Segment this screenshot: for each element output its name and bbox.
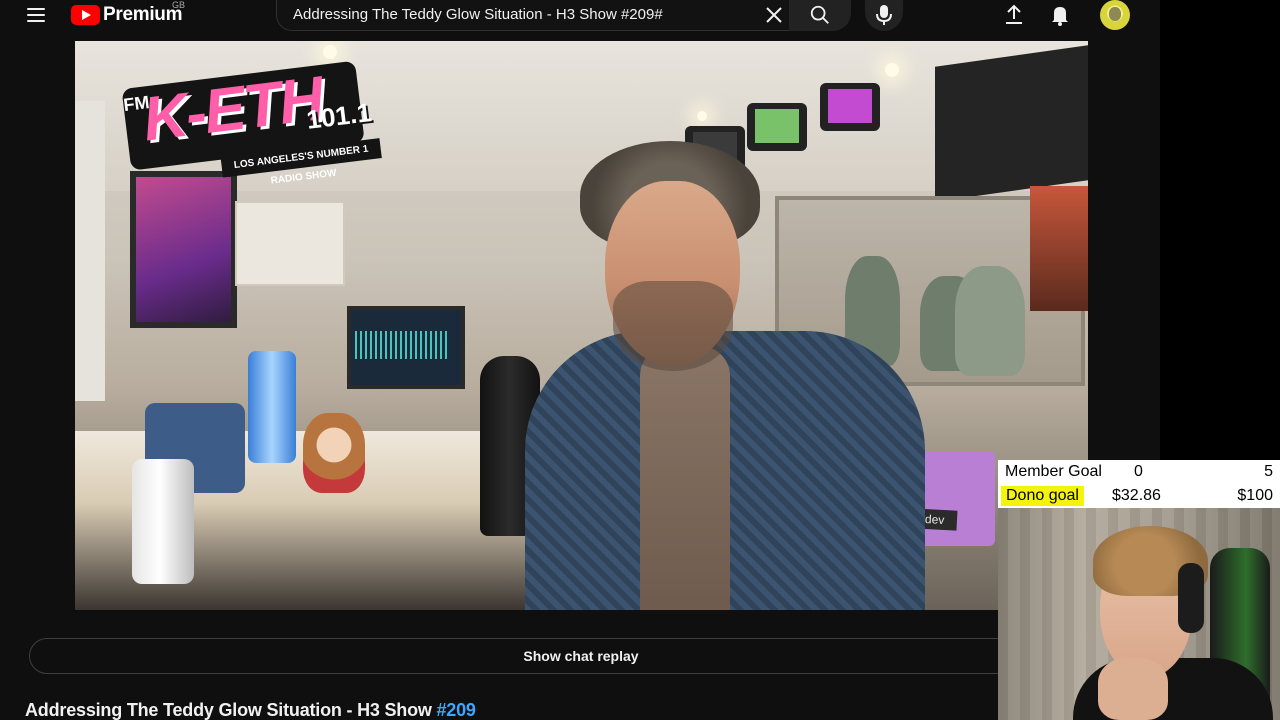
dono-goal-row: Dono goal $32.86 $100	[998, 484, 1280, 508]
app-window: Premium GB Addressing The Teddy Glow Sit…	[0, 0, 1280, 720]
audio-waveform	[355, 331, 447, 359]
member-goal-target: 5	[1264, 463, 1273, 480]
video-player[interactable]: act.dev FM K-ETH 101.1 LOS ANGELES'S NUM…	[75, 41, 1088, 610]
show-chat-replay-button[interactable]: Show chat replay	[29, 638, 1133, 674]
goal-overlay: Member Goal 0 5 Dono goal $32.86 $100	[998, 460, 1280, 508]
avatar[interactable]	[1100, 0, 1130, 30]
stream-background	[1160, 0, 1280, 460]
youtube-premium-logo[interactable]: Premium	[71, 4, 183, 26]
streamer-hand	[1098, 658, 1168, 720]
photo-board	[235, 201, 345, 286]
plush-toy	[303, 413, 365, 493]
streamer-webcam	[998, 508, 1280, 720]
search-icon	[810, 5, 829, 24]
crt-tv	[820, 83, 880, 131]
video-title-text: Addressing The Teddy Glow Situation - H3…	[25, 700, 437, 720]
headset-icon	[1178, 563, 1204, 633]
search-input-value[interactable]: Addressing The Teddy Glow Situation - H3…	[293, 6, 663, 23]
microphone-icon	[876, 5, 892, 25]
shaker-bottle	[248, 351, 296, 463]
member-goal-label: Member Goal	[1005, 463, 1102, 480]
wall-tv	[935, 45, 1088, 202]
crew-member	[955, 266, 1025, 376]
top-bar: Premium GB Addressing The Teddy Glow Sit…	[0, 0, 1160, 32]
member-goal-row: Member Goal 0 5	[998, 460, 1280, 484]
upload-icon[interactable]	[1002, 3, 1026, 27]
dono-goal-current: $32.86	[1112, 487, 1161, 504]
movie-poster	[1030, 186, 1088, 311]
hashtag-link[interactable]: #209	[437, 700, 476, 720]
voice-search-button[interactable]	[865, 0, 903, 31]
menu-icon[interactable]	[22, 2, 50, 28]
dono-goal-target: $100	[1237, 487, 1273, 504]
drink-bottle	[132, 459, 194, 584]
studio-wall	[75, 101, 105, 401]
video-title: Addressing The Teddy Glow Situation - H3…	[25, 700, 476, 720]
search-button[interactable]	[789, 0, 851, 31]
member-goal-current: 0	[1134, 463, 1143, 480]
youtube-logo-icon	[71, 5, 100, 25]
host-person	[525, 141, 925, 610]
dono-goal-label: Dono goal	[1001, 486, 1084, 506]
bell-icon[interactable]	[1048, 3, 1072, 27]
ceiling-light	[885, 63, 899, 77]
logo-text: Premium	[103, 4, 183, 25]
country-code: GB	[172, 0, 186, 10]
search-input[interactable]: Addressing The Teddy Glow Situation - H3…	[276, 0, 789, 31]
close-icon[interactable]	[762, 3, 786, 27]
